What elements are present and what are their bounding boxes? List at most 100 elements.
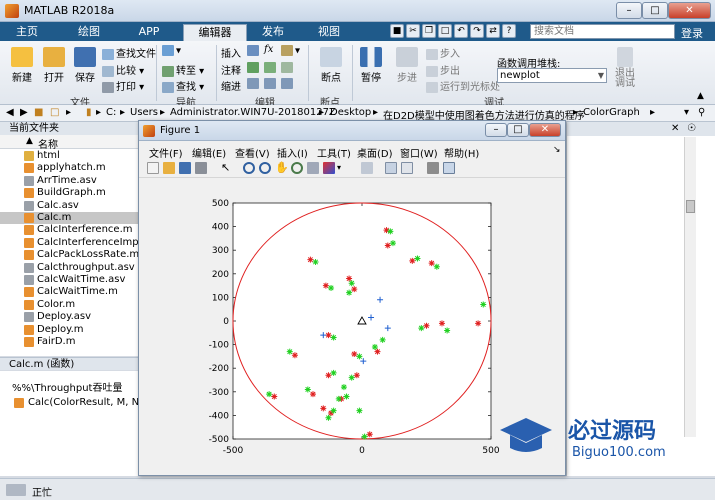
pause-button[interactable]: 暂停 (356, 47, 386, 84)
decrease-indent-icon[interactable] (281, 78, 295, 90)
comment-button[interactable]: 注释 (221, 62, 241, 77)
back-icon[interactable]: ◀ (6, 107, 14, 118)
tab-apps[interactable]: APP (128, 24, 170, 41)
increase-indent-icon[interactable] (264, 78, 278, 90)
file-list-item[interactable]: applyhatch.m (0, 162, 138, 174)
quick-copy-icon[interactable]: ❐ (422, 24, 436, 38)
brush-dropdown-icon[interactable]: ▾ (337, 162, 349, 174)
quick-paste-icon[interactable]: □ (438, 24, 452, 38)
menu-help[interactable]: 帮助(H) (444, 145, 479, 160)
indent-button[interactable]: 缩进 (221, 78, 241, 93)
help-icon[interactable]: ? (502, 24, 516, 38)
insert-legend-icon[interactable] (401, 162, 413, 174)
save-figure-icon[interactable] (179, 162, 191, 174)
menu-window[interactable]: 窗口(W) (400, 145, 438, 160)
breadcrumb-colorgraph[interactable]: ColorGraph (583, 107, 640, 118)
up-folder-icon[interactable]: ■ (34, 107, 43, 118)
print-button[interactable]: 打印 ▾ (102, 78, 144, 93)
panel-menu-icon[interactable]: ☉ (687, 123, 696, 134)
undock-icon[interactable]: ↘ (553, 145, 561, 155)
open-file-icon[interactable] (163, 162, 175, 174)
compare-button[interactable]: 比较 ▾ (102, 62, 144, 77)
quick-save-icon[interactable]: ■ (390, 24, 404, 38)
login-button[interactable]: 登录 (681, 25, 703, 41)
file-list-item[interactable]: Calcthroughput.asv (0, 262, 138, 274)
forward-icon[interactable]: ▶ (20, 107, 28, 118)
rotate-3d-icon[interactable] (291, 162, 303, 174)
menu-edit[interactable]: 编辑(E) (192, 145, 226, 160)
insert-function-icon[interactable]: ▾ (281, 45, 300, 57)
save-button[interactable]: 保存 (71, 47, 99, 84)
file-list-item[interactable]: CalcInterferenceImpact (0, 237, 138, 249)
fx-button[interactable]: fx (264, 44, 273, 55)
smart-indent-icon[interactable] (247, 78, 261, 90)
print-figure-icon[interactable] (195, 162, 207, 174)
menu-file[interactable]: 文件(F) (149, 145, 183, 160)
file-list-item[interactable]: CalcInterference.m (0, 224, 138, 236)
zoom-in-icon[interactable] (243, 162, 255, 174)
find-files-button[interactable]: 查找文件 (102, 45, 156, 60)
quick-undo-icon[interactable]: ↶ (454, 24, 468, 38)
file-list-item[interactable]: BuildGraph.m (0, 187, 138, 199)
minimize-button[interactable]: – (616, 2, 642, 19)
breadcrumb-users[interactable]: Users (130, 107, 158, 118)
new-figure-icon[interactable] (147, 162, 159, 174)
comment-percent-icon[interactable] (247, 62, 261, 74)
file-list-item[interactable]: html (0, 150, 138, 162)
scrollbar-thumb[interactable] (686, 200, 695, 213)
new-button[interactable]: 新建 (8, 47, 36, 84)
menu-view[interactable]: 查看(V) (235, 145, 270, 160)
step-out-button[interactable]: 步出 (426, 62, 460, 77)
vertical-scrollbar[interactable] (684, 137, 696, 437)
file-list-item[interactable]: CalcWaitTime.m (0, 286, 138, 298)
show-plot-tools-icon[interactable] (443, 162, 455, 174)
file-list-item[interactable]: FairD.m (0, 336, 138, 348)
file-list-item[interactable]: Calc.asv (0, 200, 138, 212)
sort-up-icon[interactable]: ▲ (26, 136, 33, 146)
figure-close-button[interactable]: ✕ (529, 123, 561, 137)
pan-hand-icon[interactable]: ✋ (275, 162, 289, 174)
quit-debug-button[interactable]: 退出调试 (612, 47, 638, 89)
file-list-item[interactable]: Deploy.m (0, 324, 138, 336)
insert-button[interactable]: 插入 (221, 45, 241, 60)
tab-view[interactable]: 视图 (308, 24, 350, 41)
menu-tools[interactable]: 工具(T) (317, 145, 351, 160)
edit-plot-arrow-icon[interactable]: ↖ (221, 162, 233, 174)
data-cursor-icon[interactable] (307, 162, 319, 174)
wrap-comment-icon[interactable] (281, 62, 295, 74)
run-to-cursor-button[interactable]: 运行到光标处 (426, 78, 500, 93)
breadcrumb-drive[interactable]: C: (106, 107, 116, 118)
open-button[interactable]: 打开 (40, 47, 68, 84)
brush-icon[interactable] (323, 162, 335, 174)
insert-section-icon[interactable] (247, 45, 261, 57)
goto-button[interactable]: 转至 ▾ (162, 62, 204, 77)
breakpoints-button[interactable]: 断点 (316, 47, 346, 84)
search-input[interactable]: 搜索文档 (530, 24, 675, 39)
breadcrumb-user[interactable]: Administrator.WIN7U-20180127Z (170, 107, 336, 118)
figure-minimize-button[interactable]: – (485, 123, 507, 137)
file-list-item[interactable]: ArrTime.asv (0, 175, 138, 187)
file-list-item[interactable]: CalcPackLossRate.m (0, 249, 138, 261)
figure-maximize-button[interactable]: □ (507, 123, 529, 137)
insert-colorbar-icon[interactable] (385, 162, 397, 174)
step-button[interactable]: 步进 (392, 47, 422, 84)
close-button[interactable]: ✕ (668, 2, 711, 19)
step-in-button[interactable]: 步入 (426, 45, 460, 60)
menu-insert[interactable]: 插入(I) (277, 145, 308, 160)
tab-plots[interactable]: 绘图 (68, 24, 110, 41)
tab-editor[interactable]: 编辑器 (183, 24, 247, 41)
quick-cut-icon[interactable]: ✂ (406, 24, 420, 38)
hide-plot-tools-icon[interactable] (427, 162, 439, 174)
zoom-out-icon[interactable] (259, 162, 271, 174)
quick-redo-icon[interactable]: ↷ (470, 24, 484, 38)
file-list-item[interactable]: CalcWaitTime.asv (0, 274, 138, 286)
file-list-item[interactable]: Color.m (0, 299, 138, 311)
address-dropdown-icon[interactable]: ▾ (684, 107, 689, 118)
uncomment-icon[interactable] (264, 62, 278, 74)
tab-home[interactable]: 主页 (6, 24, 48, 41)
browse-folder-icon[interactable]: □ (50, 107, 59, 118)
panel-close-icon[interactable]: ✕ (671, 123, 679, 134)
back-forward-button[interactable]: ▾ (162, 45, 181, 57)
address-search-icon[interactable]: ⚲ (698, 107, 705, 118)
menu-desktop[interactable]: 桌面(D) (357, 145, 393, 160)
